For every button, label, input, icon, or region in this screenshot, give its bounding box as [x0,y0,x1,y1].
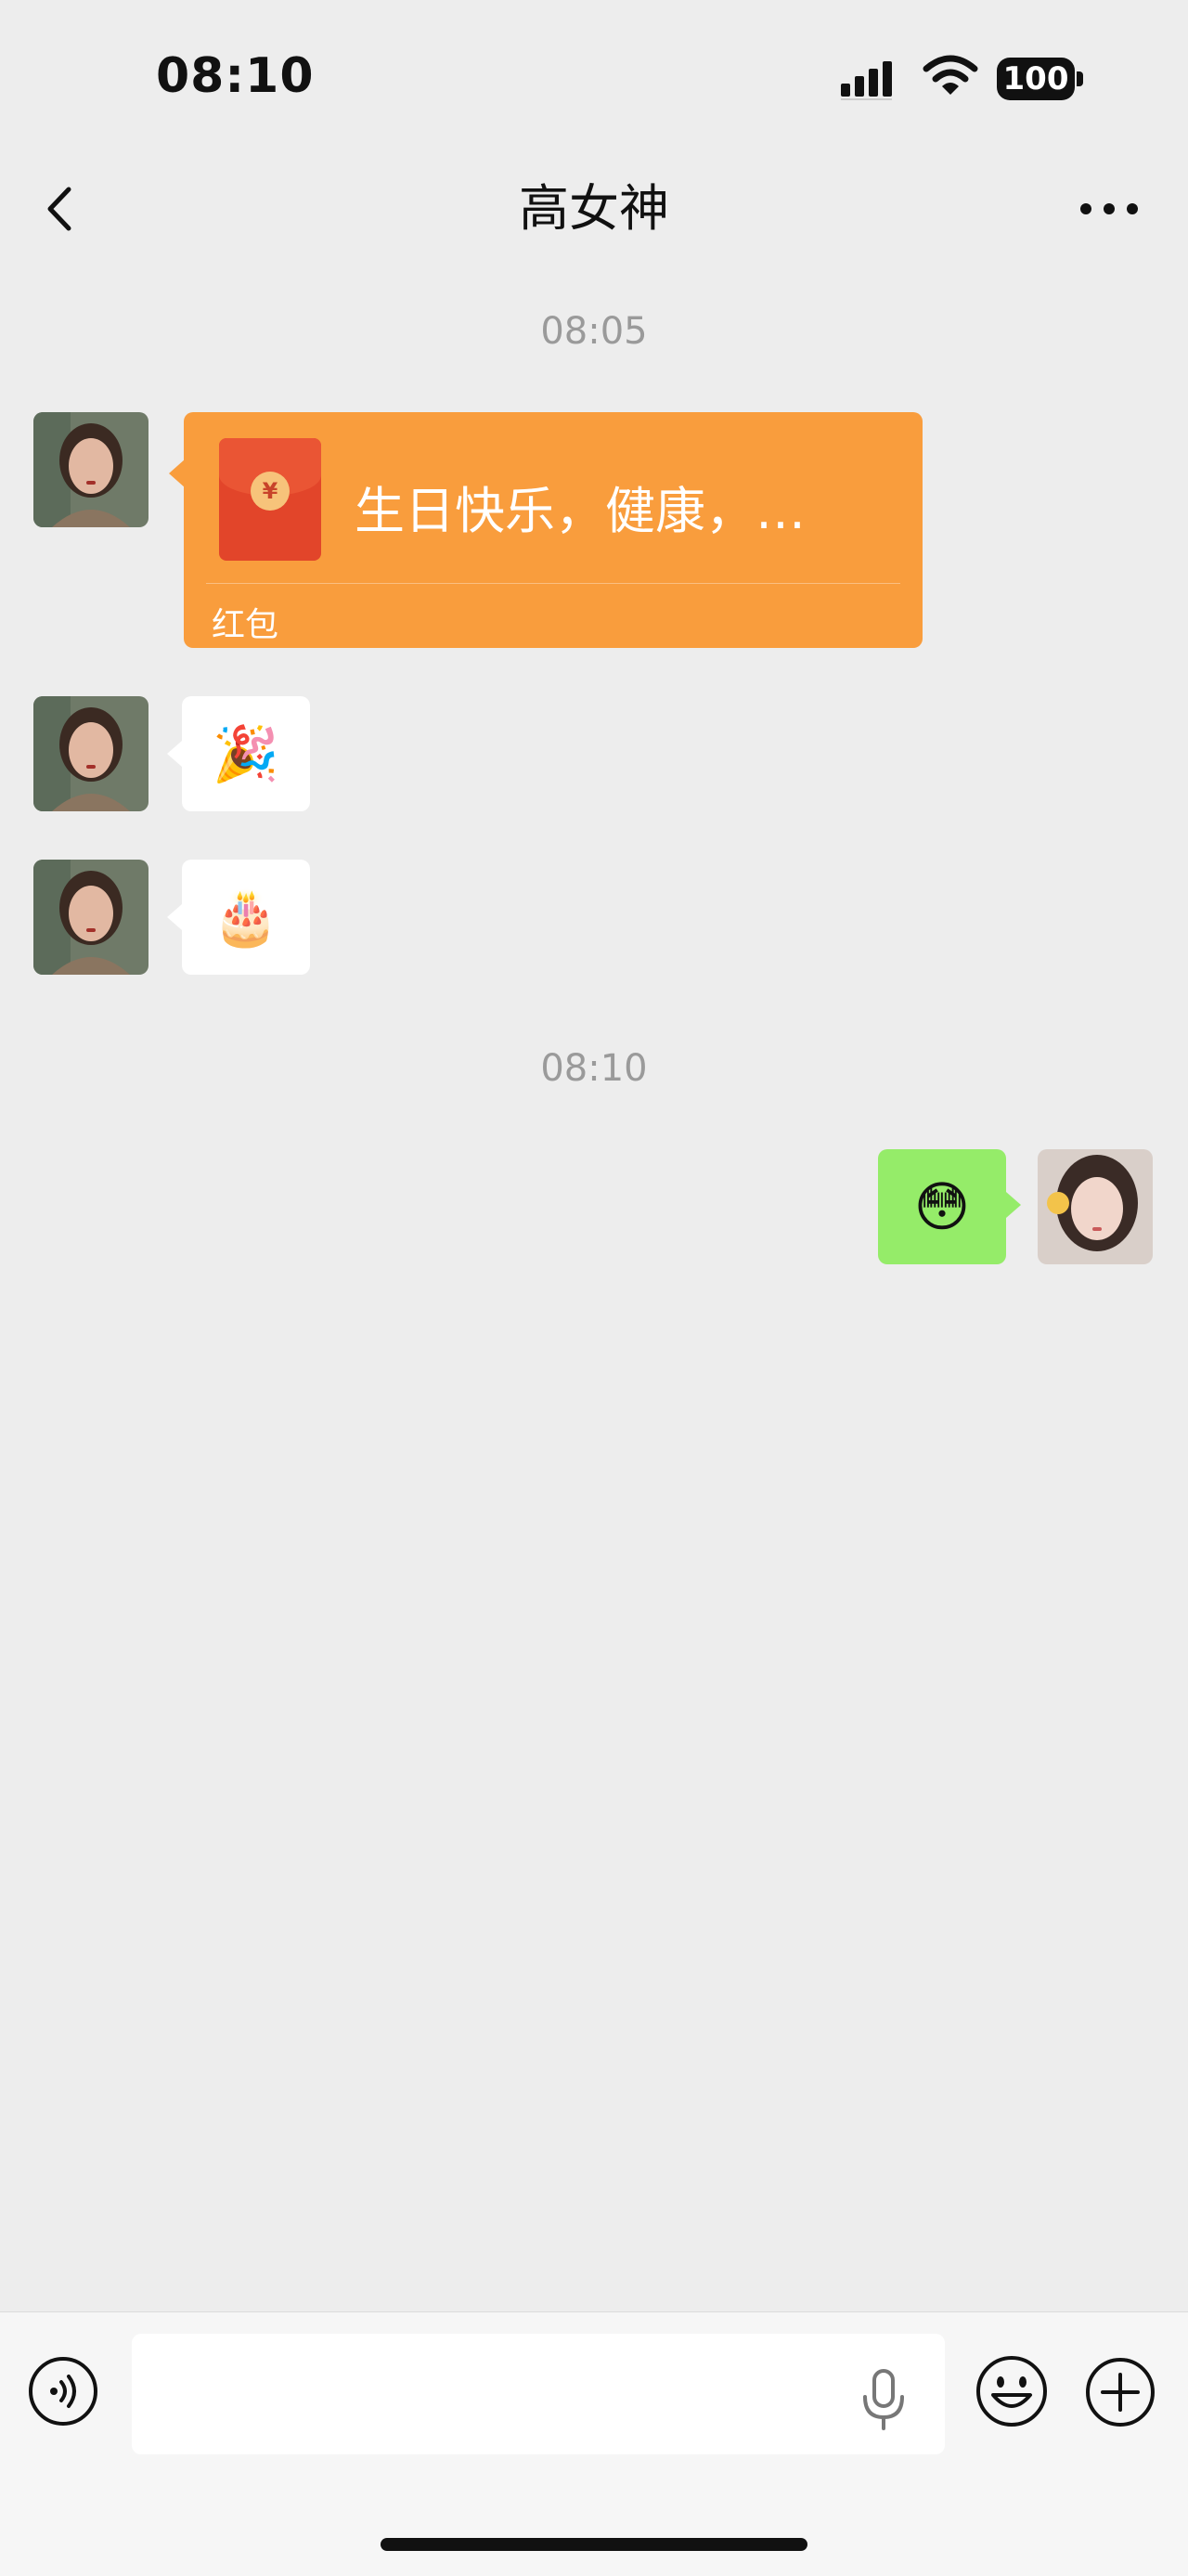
avatar[interactable] [33,860,148,975]
timestamp: 08:10 [540,1047,648,1090]
plus-icon[interactable] [1084,2356,1156,2428]
red-envelope-icon: ¥ [219,438,321,561]
back-icon[interactable] [37,176,84,241]
battery-indicator: 100 [997,58,1086,100]
avatar[interactable] [33,412,148,527]
wifi-icon [923,55,978,95]
voice-icon[interactable] [28,2356,98,2427]
bubble-tail [167,741,182,767]
more-icon[interactable] [1067,186,1151,232]
status-time: 08:10 [156,48,315,104]
emoji-message[interactable]: 🎉 [182,696,310,811]
battery-tip [1077,71,1083,86]
red-packet-message[interactable]: ¥ 生日快乐，健康，… 红包 [184,412,923,648]
home-indicator[interactable] [381,2538,807,2551]
mic-icon[interactable] [858,2367,910,2432]
emoji-icon[interactable] [975,2354,1049,2428]
red-packet-label: 红包 [212,606,279,644]
message-input[interactable] [132,2334,945,2454]
avatar[interactable] [1038,1149,1153,1264]
timestamp: 08:05 [540,310,648,353]
emoji-message-sent[interactable]: 😳 [878,1149,1006,1264]
chat-title: 高女神 [519,179,669,238]
avatar[interactable] [33,696,148,811]
divider [206,583,900,584]
bubble-tail [1006,1192,1021,1218]
emoji-message[interactable]: 🎂 [182,860,310,975]
signal-icon [841,61,892,100]
battery-level: 100 [997,58,1075,100]
red-packet-text: 生日快乐，健康，… [355,482,806,540]
coin-icon: ¥ [251,472,290,511]
bubble-tail [167,904,182,930]
